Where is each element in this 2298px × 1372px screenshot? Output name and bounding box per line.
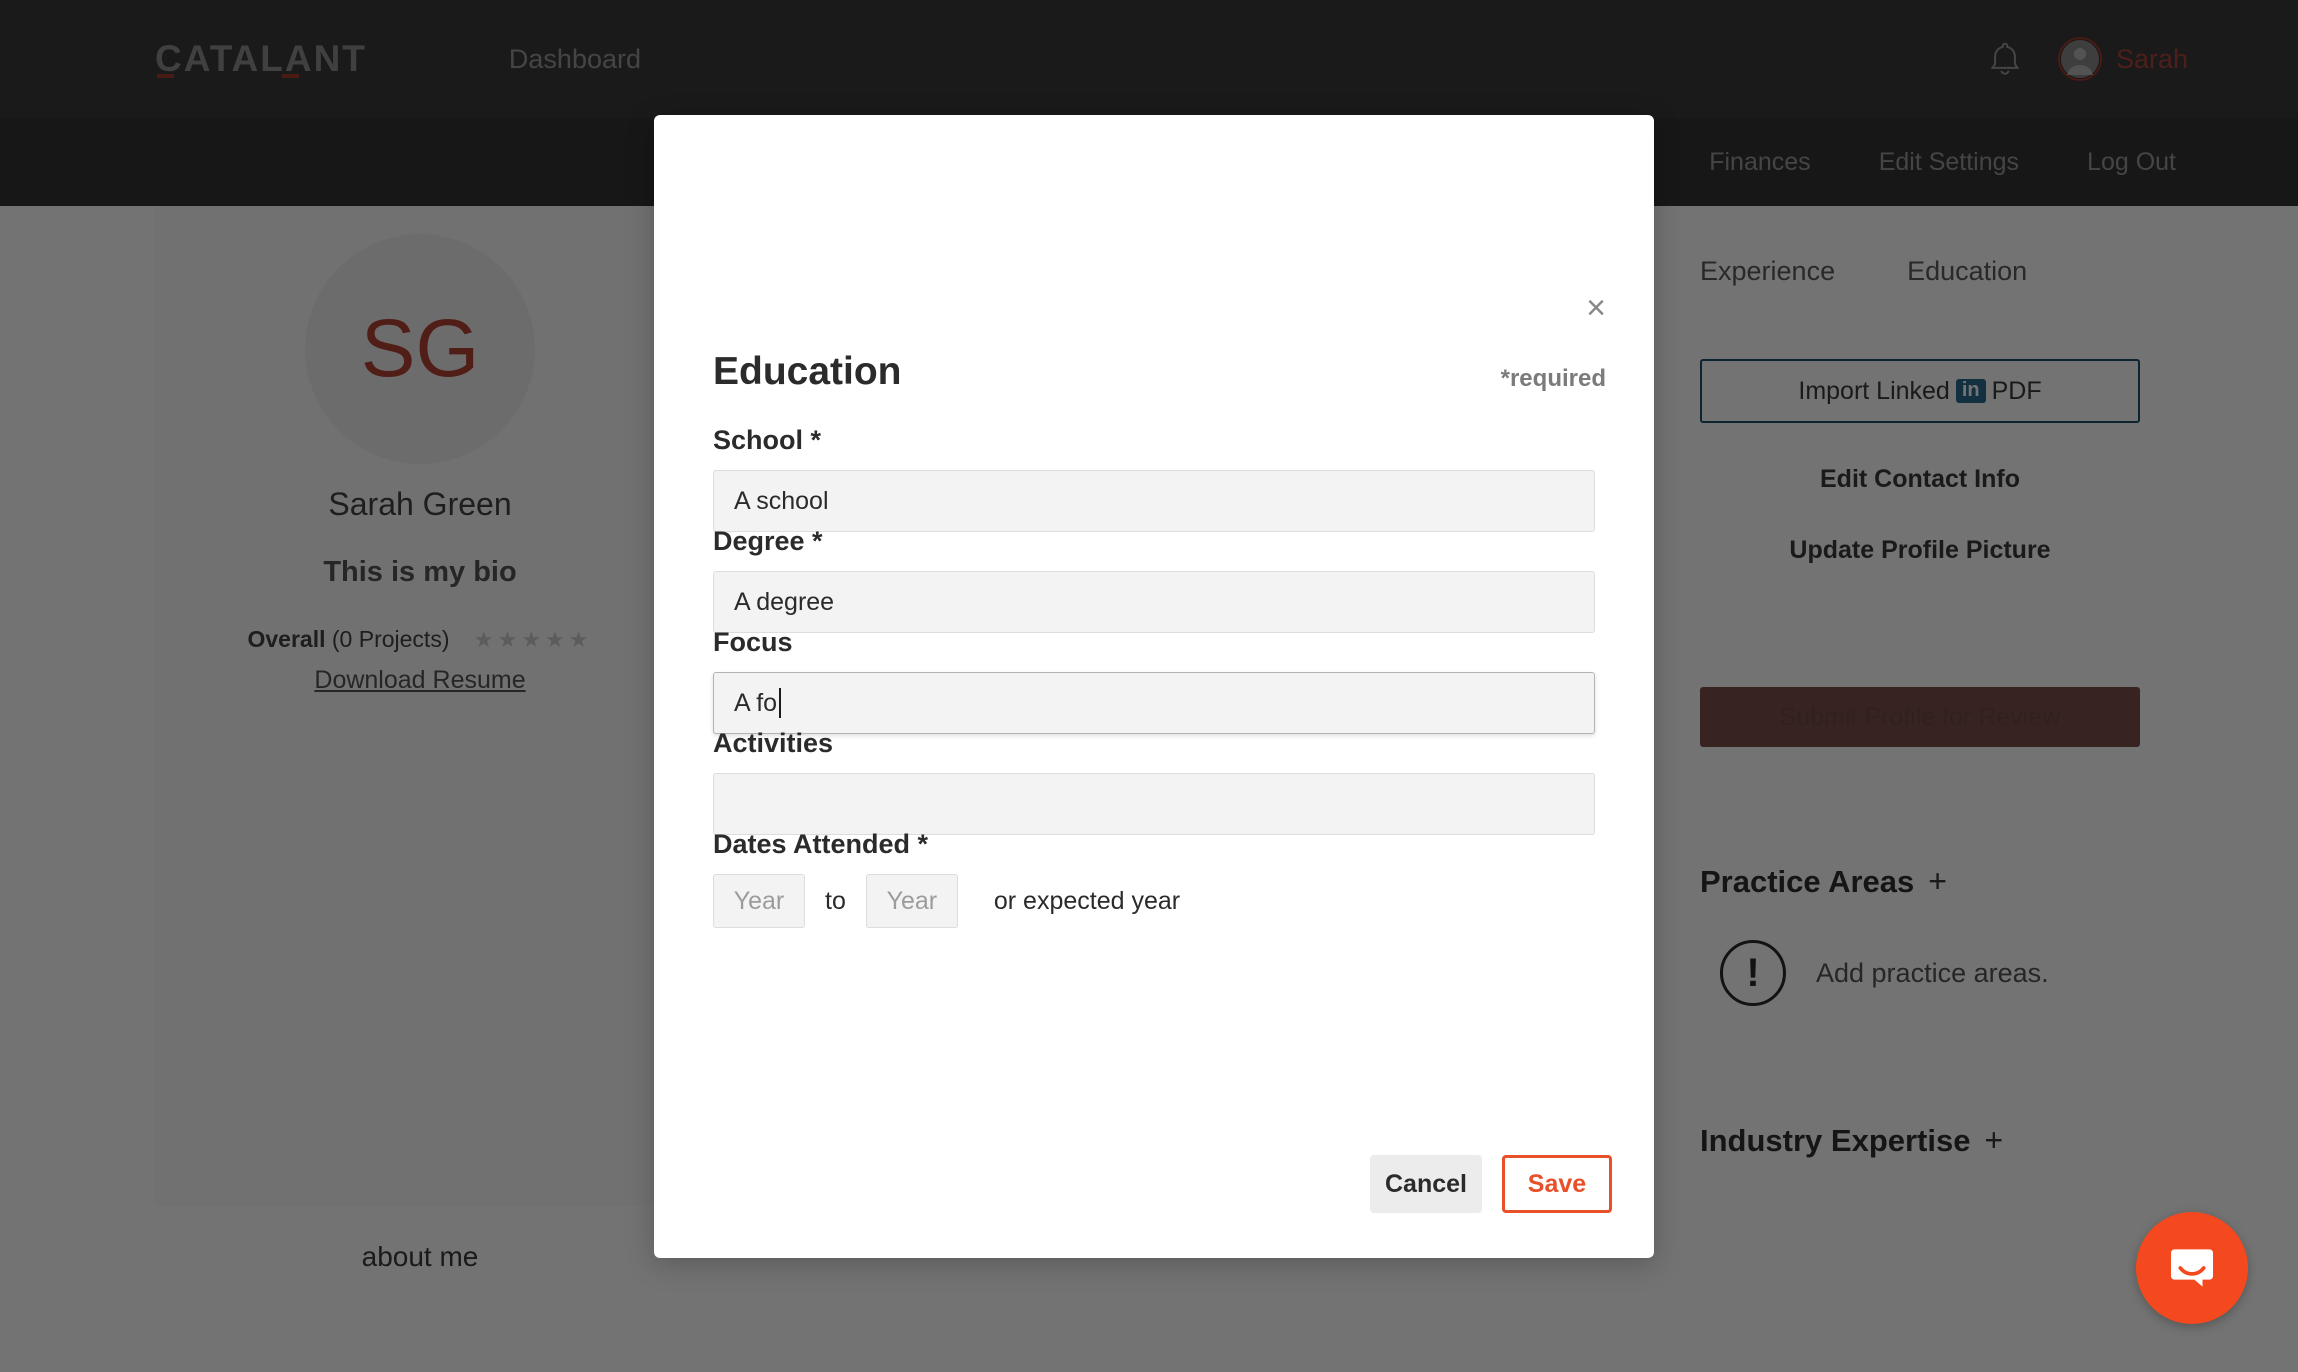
degree-input[interactable]: A degree (713, 571, 1595, 633)
intercom-launcher-button[interactable] (2136, 1212, 2248, 1324)
save-button[interactable]: Save (1502, 1155, 1612, 1213)
required-note: *required (1500, 365, 1606, 392)
focus-input[interactable]: A fo (713, 672, 1595, 734)
modal-actions: Cancel Save (1370, 1155, 1612, 1213)
focus-input-value: A fo (734, 688, 778, 717)
field-school: School * A school (713, 425, 1595, 532)
chat-bubble-icon (2171, 1249, 2213, 1287)
field-dates-label: Dates Attended * (713, 829, 929, 859)
field-dates-attended: Dates Attended * Year to Year or expecte… (713, 829, 1595, 928)
school-input[interactable]: A school (713, 470, 1595, 532)
activities-input[interactable] (713, 773, 1595, 835)
app-root: CATALANT Dashboard (0, 0, 2298, 1372)
dates-note: or expected year (993, 886, 1181, 915)
modal-title: Education (713, 350, 902, 393)
close-icon[interactable]: × (1578, 290, 1614, 326)
text-cursor (779, 688, 782, 718)
field-activities: Activities (713, 728, 1595, 835)
field-activities-label: Activities (713, 728, 834, 758)
field-focus-label: Focus (713, 627, 793, 657)
field-focus: Focus A fo (713, 627, 1595, 734)
school-input-value: A school (734, 486, 829, 515)
year-from-placeholder: Year (733, 886, 785, 915)
education-modal: × Education *required School * A school … (654, 115, 1654, 1258)
dates-row: Year to Year or expected year (713, 874, 1595, 928)
year-from-input[interactable]: Year (713, 874, 805, 928)
field-degree: Degree * A degree (713, 526, 1595, 633)
year-to-input[interactable]: Year (865, 874, 958, 928)
field-degree-label: Degree * (713, 526, 823, 556)
cancel-button[interactable]: Cancel (1370, 1155, 1482, 1213)
field-school-label: School * (713, 425, 822, 455)
year-to-placeholder: Year (886, 886, 938, 915)
dates-to-label: to (825, 886, 846, 915)
degree-input-value: A degree (734, 587, 835, 616)
